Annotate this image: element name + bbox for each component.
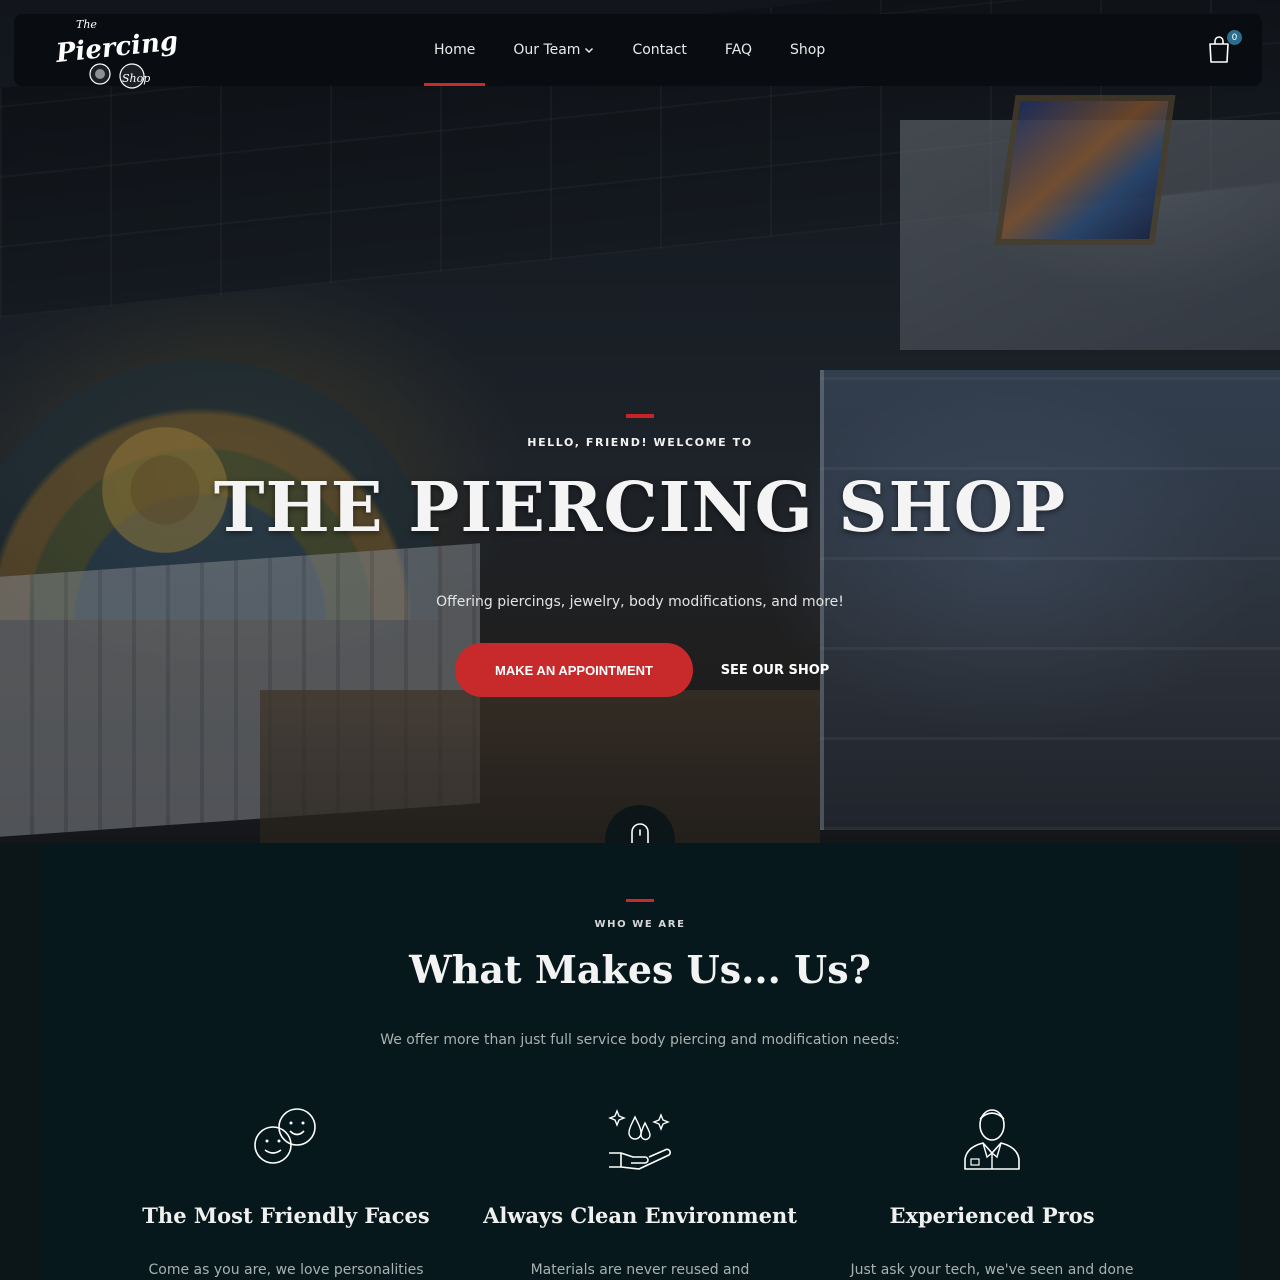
- feature-title: Experienced Pros: [889, 1203, 1095, 1228]
- hero-accent-line: [626, 414, 654, 418]
- feature-title: Always Clean Environment: [483, 1203, 797, 1228]
- feature-text: Just ask your tech, we've seen and done: [850, 1262, 1134, 1278]
- nav-our-team[interactable]: Our Team: [513, 14, 594, 86]
- nav-our-team-label: Our Team: [513, 42, 581, 58]
- site-logo[interactable]: The Piercing Shop: [54, 16, 184, 98]
- nav-contact[interactable]: Contact: [632, 14, 686, 86]
- professional-person-icon: [964, 1109, 1020, 1170]
- main-nav: Home Our Team Contact FAQ Shop: [423, 14, 863, 86]
- feature-title: The Most Friendly Faces: [142, 1203, 430, 1228]
- hero-section: HELLO, FRIEND! WELCOME TO THE PIERCING S…: [0, 0, 1280, 843]
- feature-clean-environment: Always Clean Environment Materials are n…: [460, 1105, 820, 1278]
- nav-faq[interactable]: FAQ: [725, 14, 752, 86]
- nav-shop[interactable]: Shop: [790, 14, 825, 86]
- hero-content: HELLO, FRIEND! WELCOME TO THE PIERCING S…: [0, 0, 1280, 843]
- feature-text: Come as you are, we love personalities: [148, 1262, 424, 1278]
- about-eyebrow: WHO WE ARE: [594, 919, 686, 930]
- svg-text:Shop: Shop: [122, 72, 150, 85]
- chevron-down-icon: [585, 47, 594, 54]
- feature-experienced-pros: Experienced Pros Just ask your tech, we'…: [812, 1105, 1172, 1278]
- feature-text: Materials are never reused and: [530, 1262, 750, 1278]
- site-header: The Piercing Shop Home Our Team Contact …: [14, 14, 1262, 89]
- svg-text:Piercing: Piercing: [54, 26, 179, 69]
- smiley-faces-icon: [254, 1108, 316, 1164]
- about-intro: We offer more than just full service bod…: [380, 1032, 900, 1048]
- cart-count-badge: 0: [1227, 30, 1242, 45]
- make-appointment-button[interactable]: MAKE AN APPOINTMENT: [455, 643, 693, 697]
- nav-home[interactable]: Home: [423, 14, 486, 86]
- hero-subtitle: Offering piercings, jewelry, body modifi…: [436, 594, 844, 610]
- see-our-shop-link[interactable]: SEE OUR SHOP: [716, 643, 834, 697]
- about-section: WHO WE ARE What Makes Us... Us? We offer…: [42, 843, 1238, 1280]
- clean-hand-icon: [608, 1109, 671, 1170]
- about-accent-line: [626, 899, 654, 902]
- piercing-shop-logo: The Piercing Shop: [54, 18, 179, 89]
- hero-title: THE PIERCING SHOP: [213, 468, 1067, 548]
- feature-friendly-faces: The Most Friendly Faces Come as you are,…: [106, 1105, 466, 1278]
- hero-eyebrow: HELLO, FRIEND! WELCOME TO: [527, 436, 753, 449]
- svg-text:The: The: [76, 18, 97, 31]
- about-title: What Makes Us... Us?: [409, 947, 871, 992]
- mouse-scroll-icon: [631, 823, 649, 843]
